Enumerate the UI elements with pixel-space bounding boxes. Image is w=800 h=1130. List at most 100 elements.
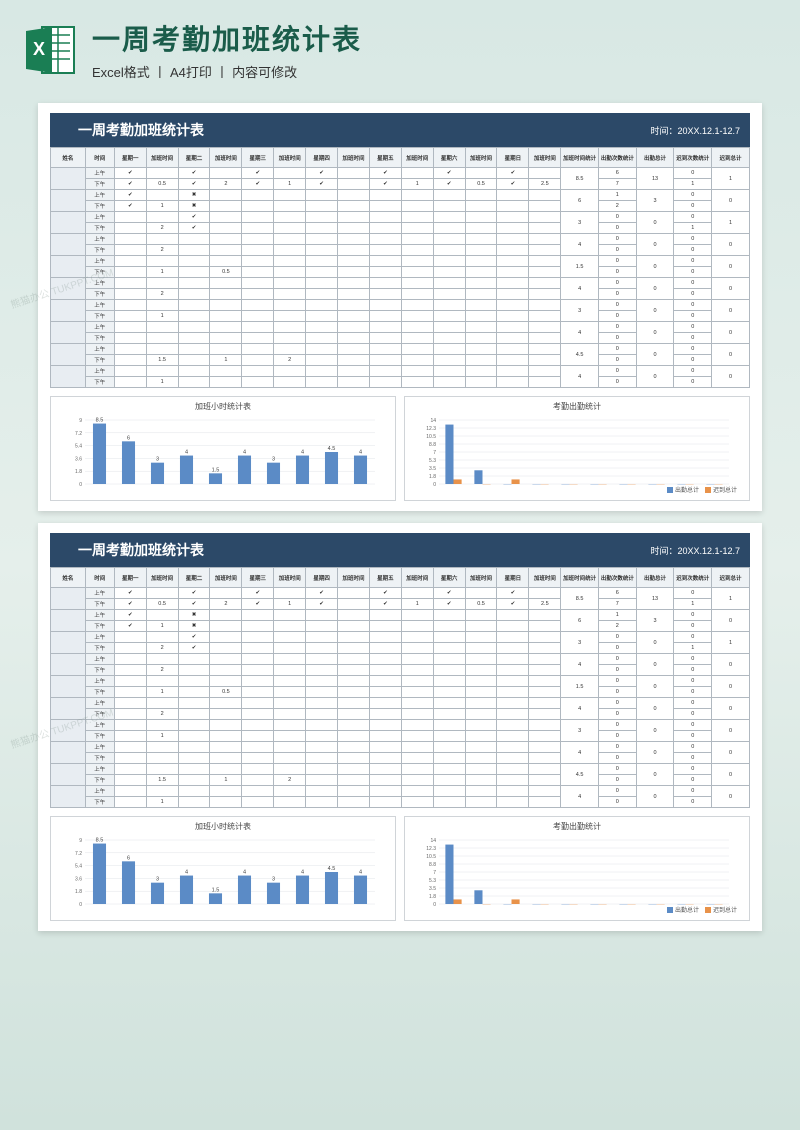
ot-total: 3 [561,632,599,654]
cell [338,797,370,808]
cell [242,786,274,797]
cell [146,676,178,687]
cell [401,654,433,665]
attend-sum: 0 [636,720,674,742]
cell [210,245,242,256]
cell [178,322,210,333]
cell [433,223,465,234]
table-row: 上午40000 [51,742,750,753]
cell [306,753,338,764]
col-header: 星期三 [242,568,274,588]
cell [178,797,210,808]
cell [433,742,465,753]
cell: 1 [401,599,433,610]
cell [114,289,146,300]
svg-text:3: 3 [272,877,275,883]
cell [433,322,465,333]
late-cell: 0 [674,610,712,621]
ot-total: 4 [561,234,599,256]
cell [178,267,210,278]
cell [433,665,465,676]
cell [529,333,561,344]
svg-text:10.5: 10.5 [426,434,436,440]
cell [465,621,497,632]
cell [114,278,146,289]
late-sum: 0 [712,256,750,278]
attend-cell: 0 [598,366,636,377]
cell [306,234,338,245]
cell [497,344,529,355]
cell [306,654,338,665]
cell [114,698,146,709]
slot-pm: 下午 [85,599,114,610]
cell [369,201,401,212]
cell [178,775,210,786]
cell [274,654,306,665]
cell [306,300,338,311]
slot-pm: 下午 [85,753,114,764]
svg-text:3.5: 3.5 [429,886,436,892]
cell [401,676,433,687]
cell [369,742,401,753]
cell: ✔ [306,599,338,610]
attend-sum: 0 [636,676,674,698]
late-sum: 0 [712,698,750,720]
table-row: 上午1.50000 [51,256,750,267]
cell [529,344,561,355]
col-header: 加班时间 [274,148,306,168]
cell [369,278,401,289]
table-row: 上午4.50000 [51,344,750,355]
cell [338,742,370,753]
cell [242,632,274,643]
table-row: 上午✔✔✔✔✔✔✔8.561301 [51,168,750,179]
ot-total: 6 [561,190,599,212]
cell [306,278,338,289]
svg-text:4: 4 [185,450,188,456]
sub-title: Excel格式 丨 A4打印 丨 内容可修改 [92,62,776,81]
cell [210,731,242,742]
cell [465,300,497,311]
cell [401,355,433,366]
slot-am: 上午 [85,190,114,201]
late-cell: 0 [674,344,712,355]
svg-text:3.5: 3.5 [429,466,436,472]
cell [465,311,497,322]
cell [369,720,401,731]
cell [114,654,146,665]
cell [210,698,242,709]
cell [497,190,529,201]
cell [210,753,242,764]
late-sum: 0 [712,322,750,344]
cell [369,621,401,632]
cell [274,709,306,720]
ot-total: 4 [561,786,599,808]
cell [114,333,146,344]
ot-total: 4 [561,698,599,720]
name-cell [51,256,86,278]
cell [114,709,146,720]
slot-am: 上午 [85,720,114,731]
cell [497,643,529,654]
cell: 2.5 [529,599,561,610]
cell [369,654,401,665]
name-cell [51,676,86,698]
cell [242,333,274,344]
page-header: X 一周考勤加班统计表 Excel格式 丨 A4打印 丨 内容可修改 [0,0,800,91]
cell: 2 [146,223,178,234]
header-text: 一周考勤加班统计表 Excel格式 丨 A4打印 丨 内容可修改 [92,18,776,81]
ot-total: 3 [561,300,599,322]
late-cell: 0 [674,676,712,687]
cell [114,731,146,742]
cell [114,344,146,355]
table-row: 上午40000 [51,366,750,377]
cell [178,676,210,687]
name-cell [51,168,86,190]
chart-title: 考勤出勤统计 [411,821,743,832]
cell [146,168,178,179]
cell [401,797,433,808]
late-sum: 0 [712,654,750,676]
cell [497,621,529,632]
cell [433,333,465,344]
cell [338,212,370,223]
cell [497,698,529,709]
